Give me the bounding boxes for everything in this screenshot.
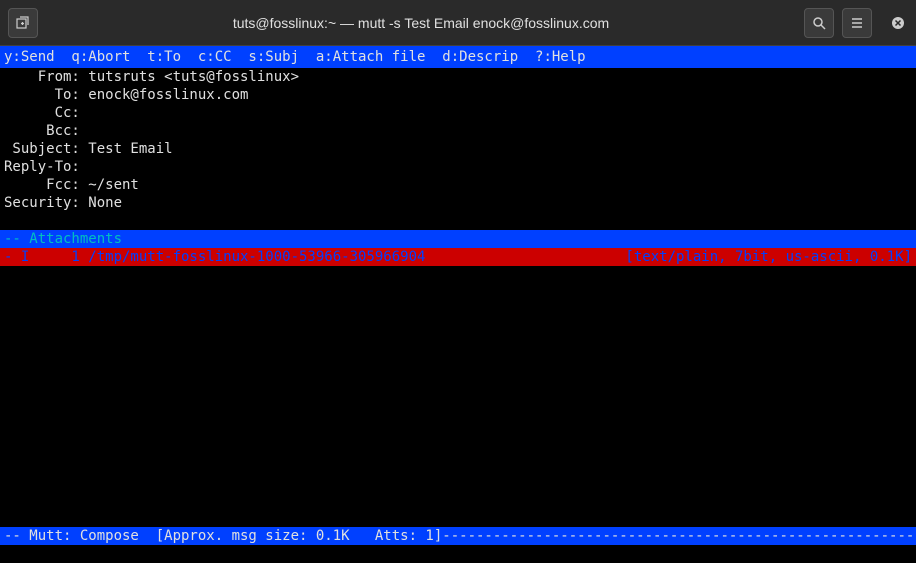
to-line: To: enock@fosslinux.com xyxy=(0,86,916,104)
status-bar: -- Mutt: Compose [Approx. msg size: 0.1K… xyxy=(0,527,916,545)
attachment-path: - I 1 /tmp/mutt-fosslinux-1000-53966-305… xyxy=(4,248,425,266)
subject-label: Subject: xyxy=(4,141,80,157)
from-label: From: xyxy=(4,69,80,85)
mutt-menu-bar: y:Send q:Abort t:To c:CC s:Subj a:Attach… xyxy=(0,46,916,68)
cc-label: Cc: xyxy=(4,105,80,121)
bcc-line: Bcc: xyxy=(0,122,916,140)
hamburger-icon xyxy=(850,16,864,30)
terminal-area[interactable]: y:Send q:Abort t:To c:CC s:Subj a:Attach… xyxy=(0,46,916,563)
to-label: To: xyxy=(4,87,80,103)
from-line: From: tutsruts <tuts@fosslinux> xyxy=(0,68,916,86)
cc-line: Cc: xyxy=(0,104,916,122)
new-tab-button[interactable] xyxy=(8,8,38,38)
from-value[interactable]: tutsruts <tuts@fosslinux> xyxy=(80,69,299,85)
subject-line: Subject: Test Email xyxy=(0,140,916,158)
to-value[interactable]: enock@fosslinux.com xyxy=(80,87,249,103)
fcc-value[interactable]: ~/sent xyxy=(80,177,139,193)
fcc-label: Fcc: xyxy=(4,177,80,193)
titlebar-right xyxy=(804,8,908,38)
new-tab-icon xyxy=(15,15,31,31)
attachment-meta: [text/plain, 7bit, us-ascii, 0.1K] xyxy=(625,248,912,266)
close-icon xyxy=(891,16,905,30)
blank-line xyxy=(0,212,916,230)
security-value[interactable]: None xyxy=(80,195,122,211)
close-button[interactable] xyxy=(888,13,908,33)
fcc-line: Fcc: ~/sent xyxy=(0,176,916,194)
search-button[interactable] xyxy=(804,8,834,38)
menu-button[interactable] xyxy=(842,8,872,38)
replyto-label: Reply-To: xyxy=(4,159,80,175)
titlebar-left xyxy=(8,8,38,38)
replyto-line: Reply-To: xyxy=(0,158,916,176)
titlebar: tuts@fosslinux:~ — mutt -s Test Email en… xyxy=(0,0,916,46)
attachments-header: -- Attachments xyxy=(0,230,916,248)
security-line: Security: None xyxy=(0,194,916,212)
bcc-label: Bcc: xyxy=(4,123,80,139)
subject-value[interactable]: Test Email xyxy=(80,141,173,157)
attachment-item[interactable]: - I 1 /tmp/mutt-fosslinux-1000-53966-305… xyxy=(0,248,916,266)
security-label: Security: xyxy=(4,195,80,211)
window-title: tuts@fosslinux:~ — mutt -s Test Email en… xyxy=(38,15,804,31)
search-icon xyxy=(812,16,826,30)
